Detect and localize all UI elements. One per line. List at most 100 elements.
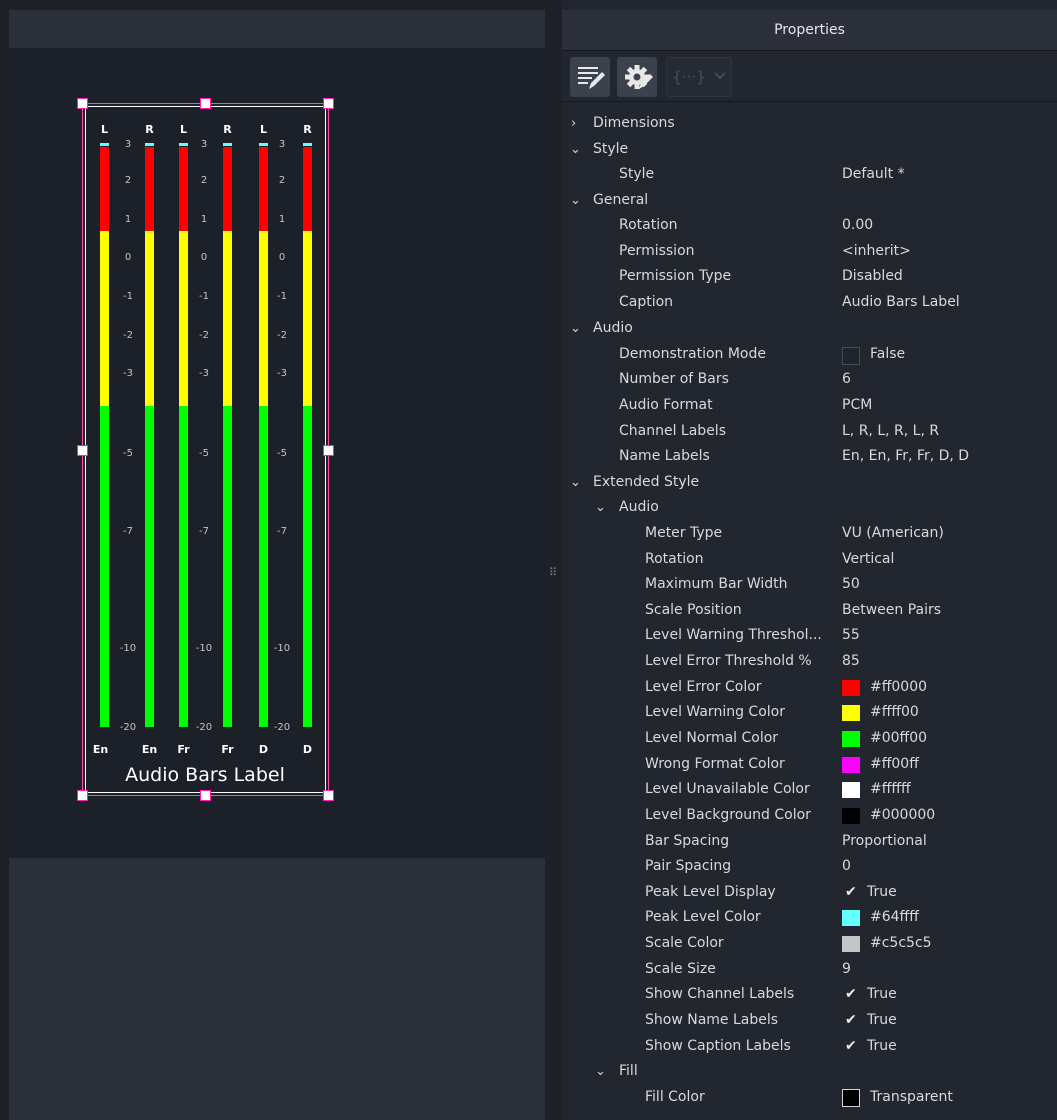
color-swatch[interactable]	[842, 808, 860, 824]
property-value[interactable]: 9	[842, 957, 851, 982]
section-style[interactable]: ⌄ Style	[562, 137, 1057, 162]
property-row-pair-spacing[interactable]: Pair Spacing 0	[562, 854, 1057, 879]
property-row-show-name-labels[interactable]: Show Name Labels ✔ True	[562, 1008, 1057, 1033]
property-value[interactable]: Disabled	[842, 264, 903, 289]
color-swatch[interactable]	[842, 705, 860, 721]
chevron-down-icon[interactable]: ⌄	[595, 495, 606, 520]
property-row-meter-type[interactable]: Meter Type VU (American)	[562, 521, 1057, 546]
property-value[interactable]: 6	[842, 367, 851, 392]
property-row-wrong-format-color[interactable]: Wrong Format Color #ff00ff	[562, 752, 1057, 777]
property-row-show-channel-labels[interactable]: Show Channel Labels ✔ True	[562, 982, 1057, 1007]
chevron-down-icon[interactable]: ⌄	[570, 470, 581, 495]
property-row-rotation[interactable]: Rotation 0.00	[562, 213, 1057, 238]
property-row-style[interactable]: Style Default *	[562, 162, 1057, 187]
property-value[interactable]: #ff0000	[870, 675, 927, 700]
property-value[interactable]: #64ffff	[870, 905, 919, 930]
property-row-peak-level-color[interactable]: Peak Level Color #64ffff	[562, 905, 1057, 930]
property-value[interactable]: En, En, Fr, Fr, D, D	[842, 444, 969, 469]
chevron-down-icon[interactable]: ⌄	[570, 316, 581, 341]
property-value[interactable]: #00ff00	[870, 726, 927, 751]
settings-button[interactable]	[617, 57, 657, 97]
property-value[interactable]: #000000	[870, 803, 935, 828]
property-row-level-unavailable-color[interactable]: Level Unavailable Color #ffffff	[562, 777, 1057, 802]
property-row-peak-level-display[interactable]: Peak Level Display ✔ True	[562, 880, 1057, 905]
resize-handle-right[interactable]	[323, 445, 334, 456]
property-row-level-normal-color[interactable]: Level Normal Color #00ff00	[562, 726, 1057, 751]
property-row-bar-spacing[interactable]: Bar Spacing Proportional	[562, 829, 1057, 854]
property-row-name-labels[interactable]: Name Labels En, En, Fr, Fr, D, D	[562, 444, 1057, 469]
property-value[interactable]: #ffffff	[870, 777, 911, 802]
property-row-maximum-bar-width[interactable]: Maximum Bar Width 50	[562, 572, 1057, 597]
color-swatch[interactable]	[842, 680, 860, 696]
property-value[interactable]: Default *	[842, 162, 905, 187]
property-value[interactable]: #c5c5c5	[870, 931, 932, 956]
property-value[interactable]: Proportional	[842, 829, 927, 854]
property-value[interactable]: 0	[842, 854, 851, 879]
property-row-show-caption-labels[interactable]: Show Caption Labels ✔ True	[562, 1034, 1057, 1059]
resize-handle-top-left[interactable]	[77, 98, 88, 109]
property-value[interactable]: 50	[842, 572, 860, 597]
section-audio[interactable]: ⌄ Audio	[562, 316, 1057, 341]
checkmark-icon[interactable]: ✔	[845, 1034, 857, 1059]
resize-handle-bottom-left[interactable]	[77, 790, 88, 801]
property-row-level-warning-color[interactable]: Level Warning Color #ffff00	[562, 700, 1057, 725]
property-row-level-warning-threshold[interactable]: Level Warning Threshol... 55	[562, 623, 1057, 648]
checkmark-icon[interactable]: ✔	[845, 982, 857, 1007]
chevron-right-icon[interactable]: ›	[571, 111, 576, 136]
property-row-audio-format[interactable]: Audio Format PCM	[562, 393, 1057, 418]
property-row-rotation[interactable]: Rotation Vertical	[562, 547, 1057, 572]
script-dropdown-button[interactable]: {···}	[666, 57, 732, 97]
property-row-scale-color[interactable]: Scale Color #c5c5c5	[562, 931, 1057, 956]
color-swatch[interactable]	[842, 910, 860, 926]
property-value[interactable]: Vertical	[842, 547, 894, 572]
property-row-permission[interactable]: Permission <inherit>	[562, 239, 1057, 264]
property-value[interactable]: L, R, L, R, L, R	[842, 419, 939, 444]
section-general[interactable]: ⌄ General	[562, 188, 1057, 213]
checkmark-icon[interactable]: ✔	[845, 1008, 857, 1033]
property-row-channel-labels[interactable]: Channel Labels L, R, L, R, L, R	[562, 419, 1057, 444]
section-dimensions[interactable]: › Dimensions	[562, 111, 1057, 136]
panel-splitter[interactable]: ⠿	[545, 0, 562, 1120]
resize-handle-top[interactable]	[200, 98, 211, 109]
property-value[interactable]: PCM	[842, 393, 872, 418]
edit-properties-button[interactable]	[570, 57, 610, 97]
property-value[interactable]: <inherit>	[842, 239, 911, 264]
property-row-scale-position[interactable]: Scale Position Between Pairs	[562, 598, 1057, 623]
property-value[interactable]: 0.00	[842, 213, 873, 238]
color-swatch[interactable]	[842, 757, 860, 773]
checkmark-icon[interactable]: ✔	[845, 880, 857, 905]
chevron-down-icon[interactable]: ⌄	[595, 1059, 606, 1084]
property-row-demonstration-mode[interactable]: Demonstration Mode False	[562, 342, 1057, 367]
resize-handle-top-right[interactable]	[323, 98, 334, 109]
section-extended-audio[interactable]: ⌄ Audio	[562, 495, 1057, 520]
property-row-scale-size[interactable]: Scale Size 9	[562, 957, 1057, 982]
property-value[interactable]: #ff00ff	[870, 752, 919, 777]
property-value[interactable]: #ffff00	[870, 700, 919, 725]
section-extended-style[interactable]: ⌄ Extended Style	[562, 470, 1057, 495]
property-value[interactable]: Audio Bars Label	[842, 290, 960, 315]
resize-handle-bottom-right[interactable]	[323, 790, 334, 801]
property-row-level-background-color[interactable]: Level Background Color #000000	[562, 803, 1057, 828]
color-swatch[interactable]	[842, 782, 860, 798]
property-value[interactable]: Transparent	[870, 1085, 953, 1110]
color-swatch[interactable]	[842, 936, 860, 952]
resize-handle-bottom[interactable]	[200, 790, 211, 801]
property-row-level-error-threshold[interactable]: Level Error Threshold % 85	[562, 649, 1057, 674]
property-value[interactable]: 85	[842, 649, 860, 674]
property-row-number-of-bars[interactable]: Number of Bars 6	[562, 367, 1057, 392]
chevron-down-icon[interactable]: ⌄	[570, 188, 581, 213]
property-value[interactable]: Between Pairs	[842, 598, 941, 623]
property-row-caption[interactable]: Caption Audio Bars Label	[562, 290, 1057, 315]
color-swatch[interactable]	[842, 731, 860, 747]
color-swatch[interactable]	[842, 1089, 860, 1107]
chevron-down-icon[interactable]: ⌄	[570, 137, 581, 162]
property-value[interactable]: VU (American)	[842, 521, 944, 546]
property-value[interactable]: 55	[842, 623, 860, 648]
resize-handle-left[interactable]	[77, 445, 88, 456]
audio-bars-widget[interactable]: 3 2 1 0 -1 -2 -3 -5 -7 -10 -20 3 2 1 0 -1 -2 -3 -5 -7 -10 -20…	[77, 98, 334, 801]
property-row-fill-color[interactable]: Fill Color Transparent	[562, 1085, 1057, 1110]
checkbox-unchecked[interactable]	[842, 347, 860, 365]
property-row-level-error-color[interactable]: Level Error Color #ff0000	[562, 675, 1057, 700]
grip-icon[interactable]: ⠿	[549, 566, 557, 579]
property-row-permission-type[interactable]: Permission Type Disabled	[562, 264, 1057, 289]
